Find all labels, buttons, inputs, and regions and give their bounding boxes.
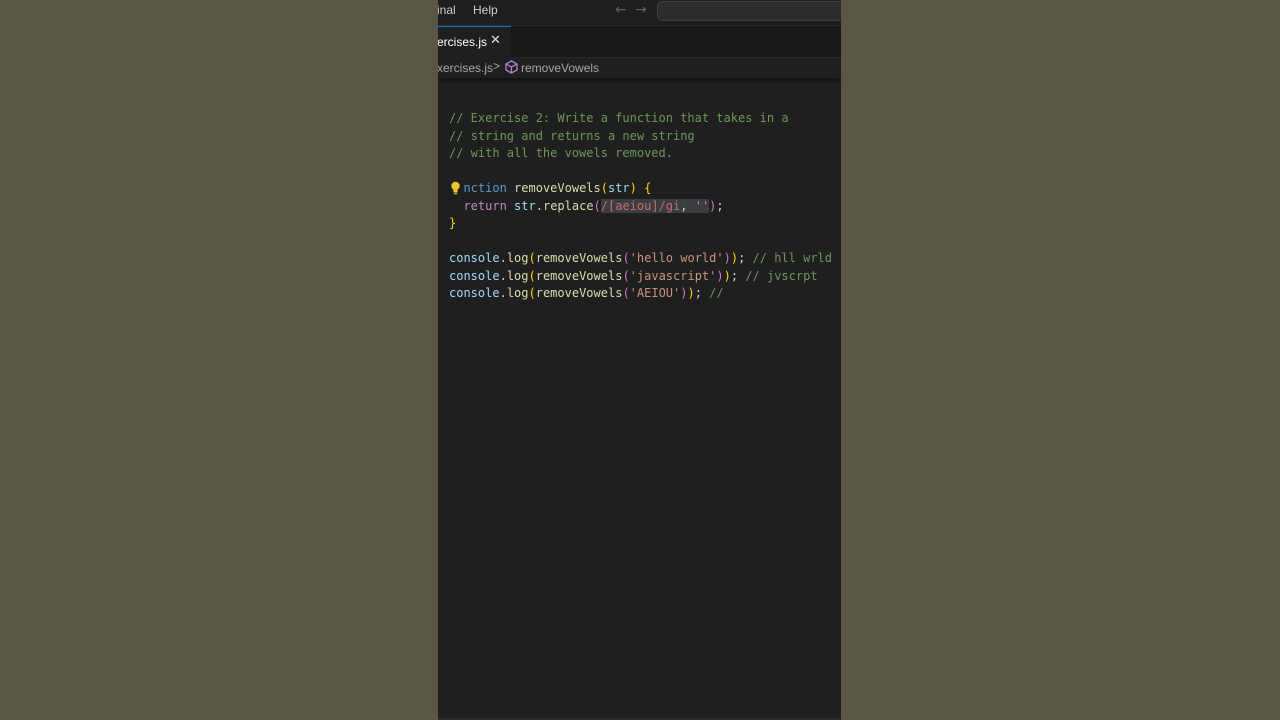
breadcrumb-separator: >: [493, 59, 501, 73]
code-line: nction removeVowels(str) {: [449, 180, 832, 198]
string-literal: '': [694, 198, 710, 213]
code-line: // string and returns a new string: [449, 128, 832, 146]
breadcrumb-symbol[interactable]: removeVowels: [521, 61, 599, 75]
menu-terminal[interactable]: inal: [438, 3, 456, 17]
code-line: }: [449, 216, 457, 230]
menu-help[interactable]: Help: [473, 3, 498, 17]
code-editor-window: inal Help ← → ercises.js ✕ xercises.js >…: [438, 0, 841, 720]
tab-label: ercises.js: [438, 35, 488, 49]
console-object: console: [449, 286, 500, 300]
menu-bar: inal Help ← →: [438, 0, 841, 26]
string-literal: 'hello world': [629, 251, 724, 265]
method-name: replace: [542, 198, 594, 213]
call-function: removeVowels: [535, 268, 623, 283]
comment: // jvscrpt: [745, 268, 818, 283]
code-line: console.log(removeVowels('hello world'))…: [449, 251, 832, 265]
param: str: [607, 181, 630, 195]
code-line: // Exercise 2: Write a function that tak…: [449, 110, 832, 128]
tab-exercises-js[interactable]: ercises.js ✕: [438, 26, 511, 58]
lightbulb-icon[interactable]: [450, 181, 461, 195]
call-function: removeVowels: [535, 286, 623, 300]
log-method: log: [506, 286, 529, 300]
tab-bar: ercises.js ✕: [438, 26, 841, 58]
comment: // Exercise 2: Write a function that tak…: [449, 111, 789, 125]
keyword-return: return: [463, 198, 507, 213]
comment: // string and returns a new string: [449, 128, 695, 143]
console-object: console: [449, 251, 500, 265]
console-object: console: [449, 268, 500, 283]
string-literal: 'AEIOU': [629, 286, 681, 300]
comment: // with all the vowels removed.: [449, 146, 673, 160]
code-line: console.log(removeVowels('AEIOU')); //: [449, 286, 724, 300]
breadcrumb: xercises.js > removeVowels: [438, 58, 841, 78]
function-name: removeVowels: [514, 181, 601, 195]
command-center-search[interactable]: [657, 1, 841, 21]
code-line: return str.replace(/[aeiou]/gi, '');: [463, 198, 724, 213]
log-method: log: [506, 268, 529, 283]
comment: // hll wrld: [752, 251, 832, 265]
keyword-function: nction: [463, 181, 507, 195]
cube-method-icon: [505, 60, 518, 74]
string-literal: 'javascript': [629, 268, 717, 283]
regex-literal: /[aeiou]/gi: [600, 198, 681, 213]
close-icon[interactable]: ✕: [490, 33, 501, 48]
call-function: removeVowels: [535, 251, 623, 265]
log-method: log: [506, 251, 529, 265]
forward-arrow-icon[interactable]: →: [635, 2, 647, 18]
back-arrow-icon[interactable]: ←: [615, 2, 627, 18]
code-area[interactable]: // Exercise 2: Write a function that tak…: [449, 110, 832, 303]
code-line: // with all the vowels removed.: [449, 145, 832, 163]
variable: str: [514, 198, 536, 213]
breadcrumb-file[interactable]: xercises.js: [438, 61, 493, 75]
comment: //: [709, 286, 724, 300]
code-line: console.log(removeVowels('javascript'));…: [449, 268, 818, 283]
